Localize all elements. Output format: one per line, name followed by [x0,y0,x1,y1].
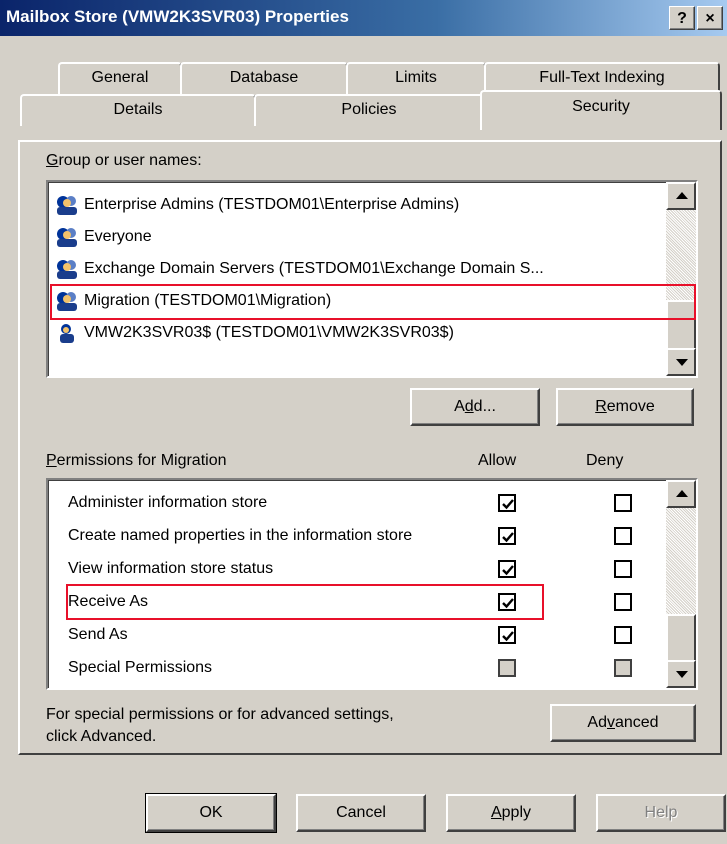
deny-checkbox[interactable] [614,494,632,512]
advanced-button[interactable]: Advanced [550,704,696,742]
tab-database[interactable]: Database [180,62,348,94]
users-group-icon [57,195,77,215]
permission-row: Send As [48,618,658,652]
scroll-down-icon[interactable] [666,660,696,688]
deny-checkbox[interactable] [614,593,632,611]
list-item[interactable]: Everyone [54,220,152,254]
security-panel: Group or user names: Enterprise Admins (… [18,140,722,755]
help-button[interactable]: Help [596,794,726,832]
ok-button[interactable]: OK [145,793,277,833]
advanced-hint-line2: click Advanced. [46,728,157,745]
permission-row: Create named properties in the informati… [48,519,658,553]
permission-label: Send As [68,626,128,643]
window-title: Mailbox Store (VMW2K3SVR03) Properties [6,7,349,26]
permissions-label: Permissions for Migration [46,452,227,469]
groups-scrollbar[interactable] [666,182,696,376]
list-item-label: VMW2K3SVR03$ (TESTDOM01\VMW2K3SVR03$) [84,324,454,341]
advanced-hint-line1: For special permissions or for advanced … [46,706,394,723]
deny-header: Deny [586,452,624,469]
allow-checkbox [498,659,516,677]
allow-header: Allow [478,452,517,469]
tab-general[interactable]: General [58,62,182,94]
permission-row: View information store status [48,552,658,586]
list-item-label: Enterprise Admins (TESTDOM01\Enterprise … [84,196,460,213]
list-item[interactable]: Enterprise Admins (TESTDOM01\Enterprise … [54,188,459,222]
allow-checkbox[interactable] [498,527,516,545]
scroll-down-icon[interactable] [666,348,696,376]
deny-checkbox[interactable] [614,527,632,545]
add-button[interactable]: Add... [410,388,540,426]
permission-label: View information store status [68,560,274,577]
migration-highlight-box [50,284,696,320]
deny-checkbox [614,659,632,677]
help-title-button[interactable]: ? [669,6,695,30]
permission-row: Administer information store [48,486,658,520]
tab-details[interactable]: Details [20,94,256,126]
tab-security[interactable]: Security [480,90,722,130]
list-item[interactable]: Exchange Domain Servers (TESTDOM01\Excha… [54,252,544,286]
deny-checkbox[interactable] [614,626,632,644]
tab-limits[interactable]: Limits [346,62,486,94]
users-group-icon [57,259,77,279]
tab-policies[interactable]: Policies [254,94,484,126]
close-title-button[interactable]: × [697,6,723,30]
permission-row: Special Permissions [48,651,658,685]
allow-checkbox[interactable] [498,560,516,578]
list-item[interactable]: VMW2K3SVR03$ (TESTDOM01\VMW2K3SVR03$) [54,316,454,350]
cancel-button[interactable]: Cancel [296,794,426,832]
remove-button[interactable]: Remove [556,388,694,426]
scroll-up-icon[interactable] [666,182,696,210]
scroll-thumb[interactable] [666,614,696,662]
groups-label: Group or user names: [46,152,202,169]
permission-label: Administer information store [68,494,268,511]
properties-dialog: Mailbox Store (VMW2K3SVR03) Properties ?… [0,0,727,844]
deny-checkbox[interactable] [614,560,632,578]
allow-checkbox[interactable] [498,626,516,644]
receive-as-highlight-box [66,584,544,620]
title-bar[interactable]: Mailbox Store (VMW2K3SVR03) Properties ?… [0,0,727,36]
apply-button[interactable]: Apply [446,794,576,832]
permission-label: Special Permissions [68,659,213,676]
computer-account-icon [60,323,74,343]
list-item-label: Everyone [84,228,152,245]
groups-listbox[interactable]: Enterprise Admins (TESTDOM01\Enterprise … [46,180,698,378]
users-group-icon [57,227,77,247]
permissions-scrollbar[interactable] [666,480,696,688]
scroll-up-icon[interactable] [666,480,696,508]
list-item-label: Exchange Domain Servers (TESTDOM01\Excha… [84,260,544,277]
permission-label: Create named properties in the informati… [68,527,413,544]
allow-checkbox[interactable] [498,494,516,512]
